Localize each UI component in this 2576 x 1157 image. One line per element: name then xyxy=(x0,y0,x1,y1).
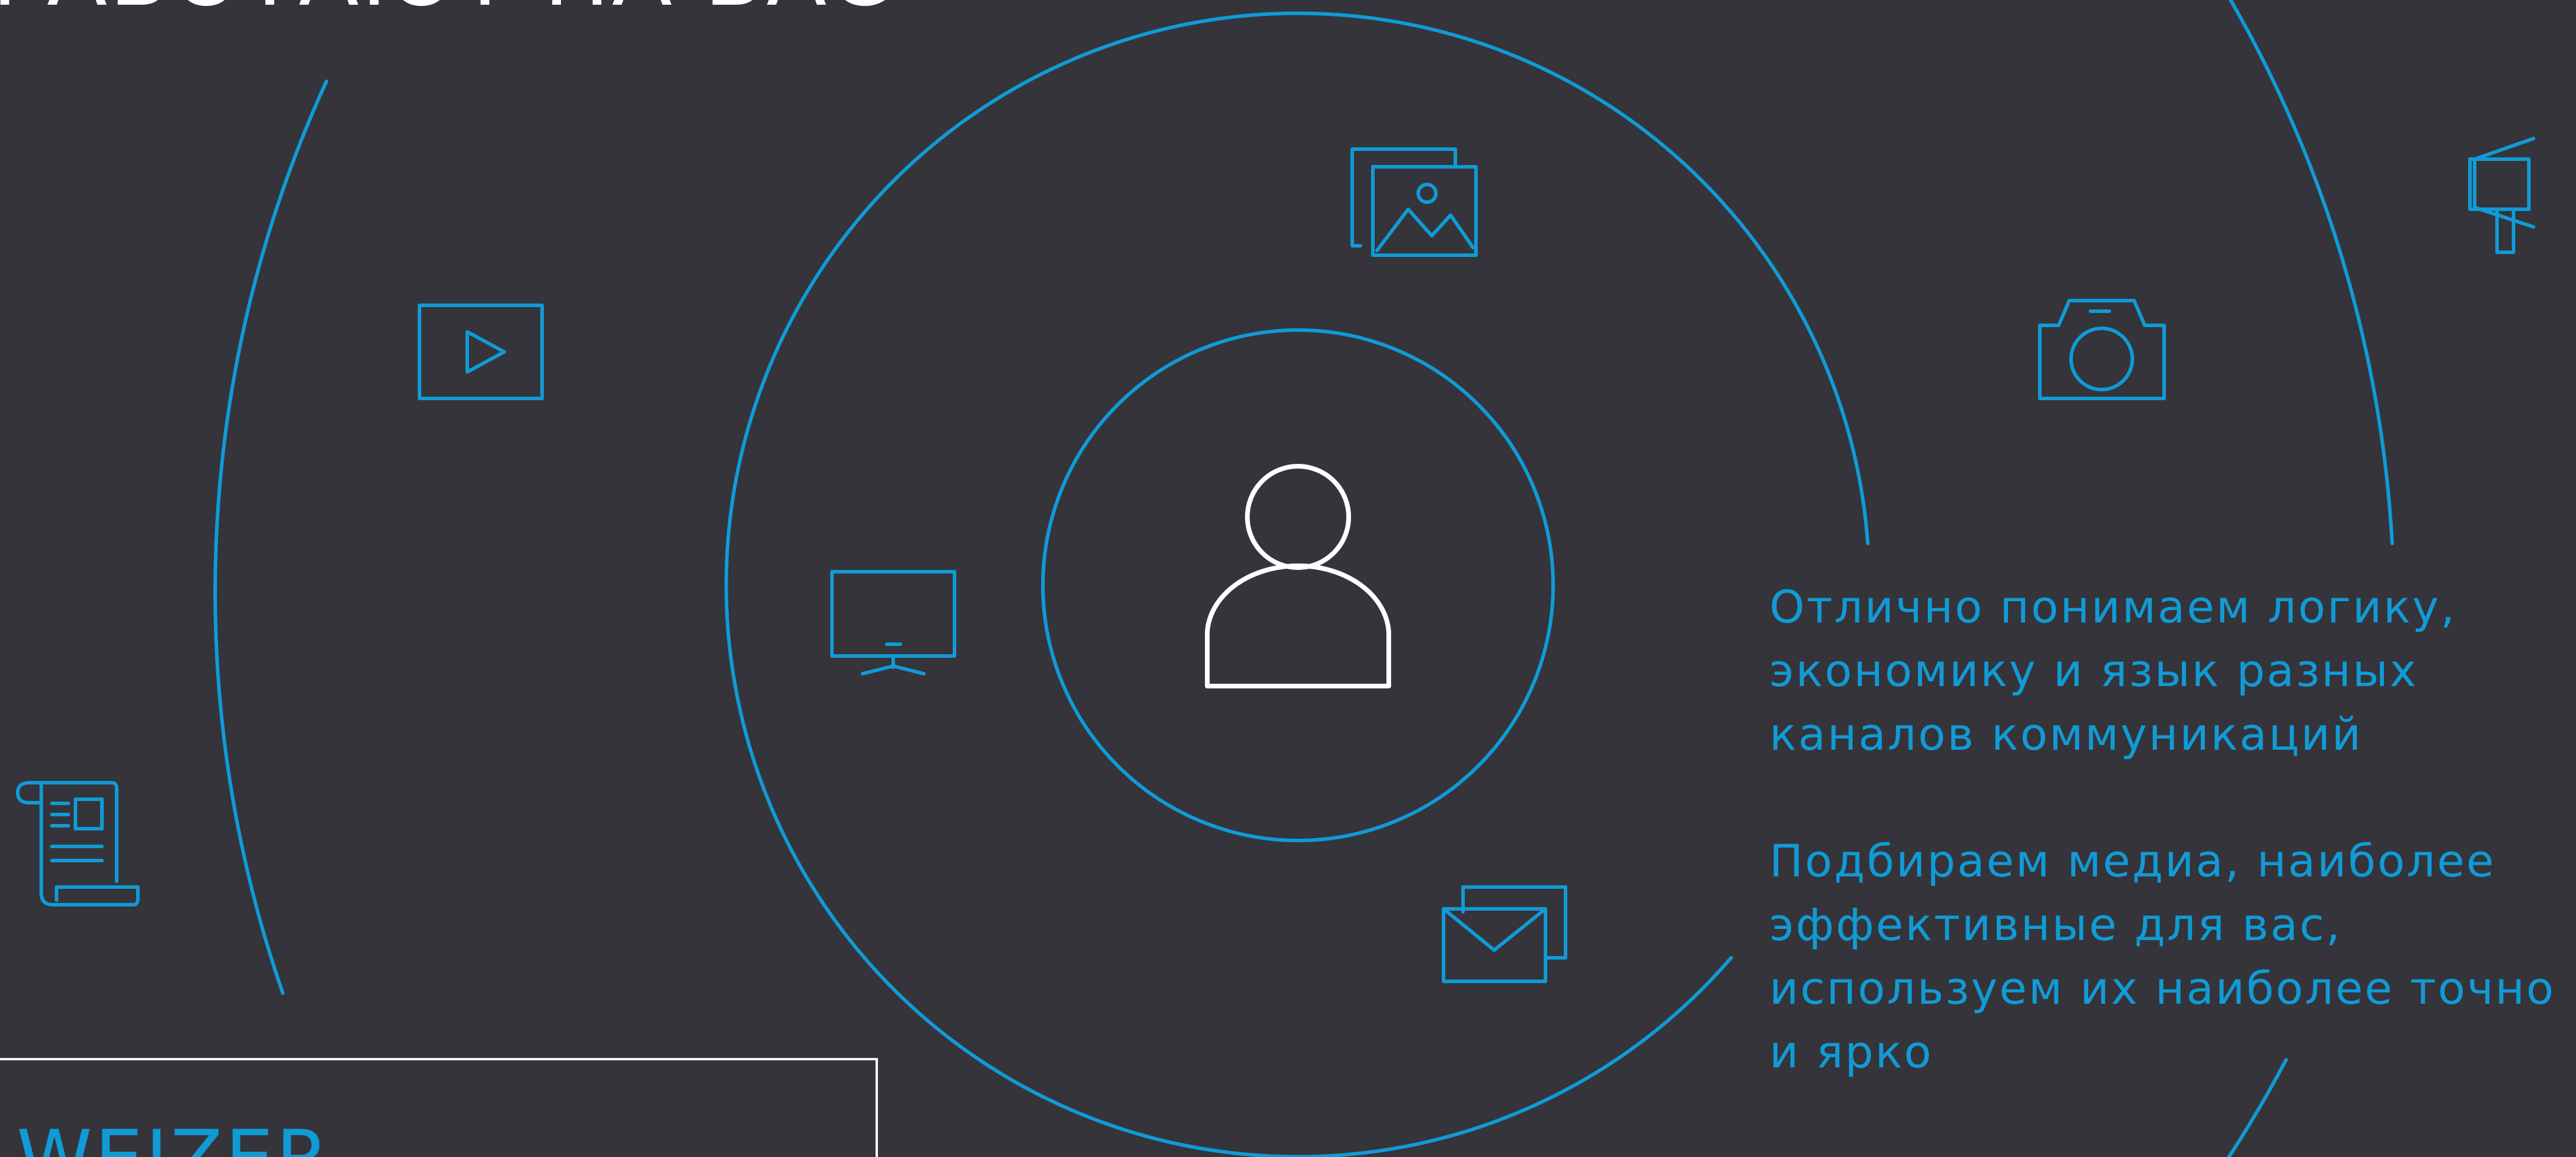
person-icon xyxy=(1205,464,1391,688)
newspaper-scroll-icon xyxy=(16,781,140,907)
camera-icon xyxy=(2038,299,2166,400)
video-play-icon xyxy=(418,304,544,400)
tv-monitor-icon xyxy=(830,570,956,675)
inner-ring xyxy=(1041,328,1555,842)
image-gallery-icon xyxy=(1350,147,1478,257)
middle-ring xyxy=(724,11,1870,1157)
brand-logo: WEIZER xyxy=(16,1120,332,1157)
point-media-selection: Подбираем медиа, наиболее эффективные дл… xyxy=(1769,835,2556,1078)
outer-arc-right-top xyxy=(2228,0,2394,545)
megaphone-icon xyxy=(2468,137,2535,254)
email-icon xyxy=(1442,885,1567,983)
slide: РАБОТАЮТ НА ВАС xyxy=(0,0,2576,1157)
outer-arc-left xyxy=(213,80,328,995)
point-understanding: Отлично понимаем логику, экономику и язы… xyxy=(1769,581,2457,760)
